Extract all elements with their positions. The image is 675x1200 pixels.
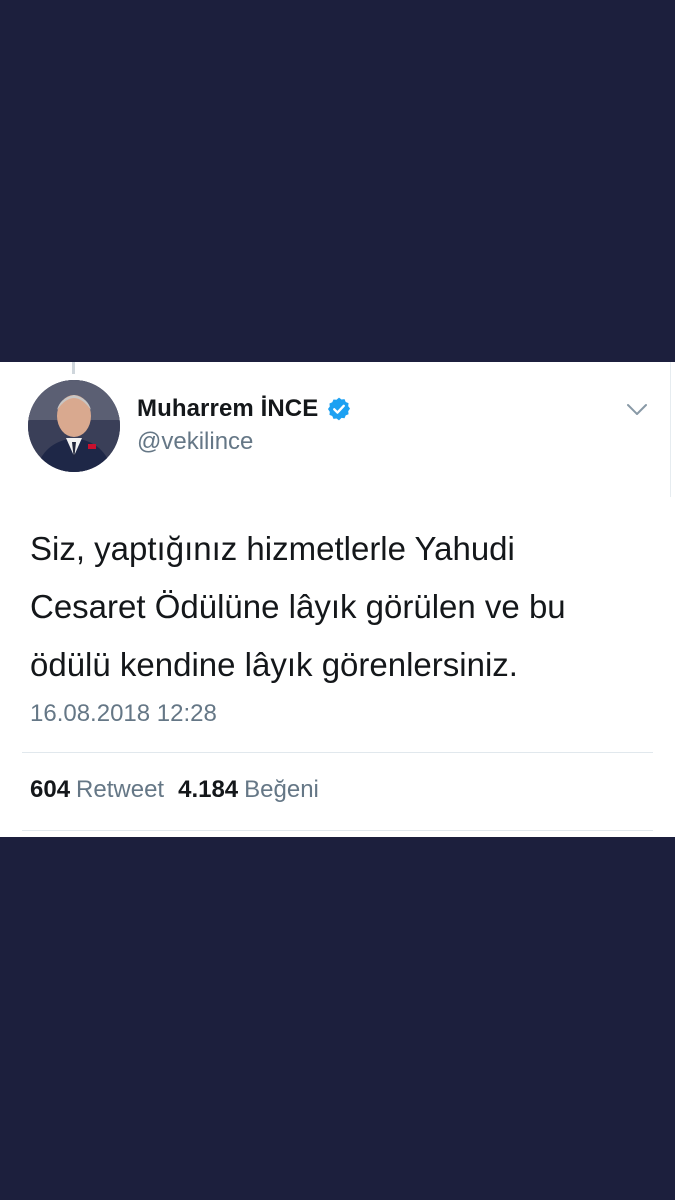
retweets-count: 604: [30, 776, 71, 803]
avatar-photo: [28, 380, 120, 472]
retweets-stat[interactable]: 604 Retweet: [30, 776, 164, 804]
stats-divider: [22, 752, 653, 753]
author-display-name[interactable]: Muharrem İNCE: [137, 395, 318, 423]
tweet-timestamp[interactable]: 16.08.2018 12:28: [30, 700, 217, 728]
tweet-stats: 604 Retweet 4.184 Beğeni: [30, 776, 319, 804]
bottom-divider: [22, 830, 653, 831]
thread-connector: [72, 362, 75, 374]
likes-label: Beğeni: [244, 776, 319, 803]
card-edge-line: [670, 362, 671, 497]
author-handle[interactable]: @vekilince: [137, 428, 253, 456]
author-name-row: Muharrem İNCE: [137, 394, 352, 424]
avatar[interactable]: [28, 380, 120, 472]
verified-badge-icon: [328, 397, 351, 421]
likes-stat[interactable]: 4.184 Beğeni: [178, 776, 319, 804]
tweet-text: Siz, yaptığınız hizmetlerle Yahudi Cesar…: [30, 530, 566, 683]
likes-count: 4.184: [178, 776, 239, 803]
retweets-label: Retweet: [76, 776, 165, 803]
chevron-down-icon[interactable]: [625, 402, 649, 418]
tweet-card[interactable]: Muharrem İNCE @vekilince Siz, yaptığınız…: [0, 362, 675, 837]
